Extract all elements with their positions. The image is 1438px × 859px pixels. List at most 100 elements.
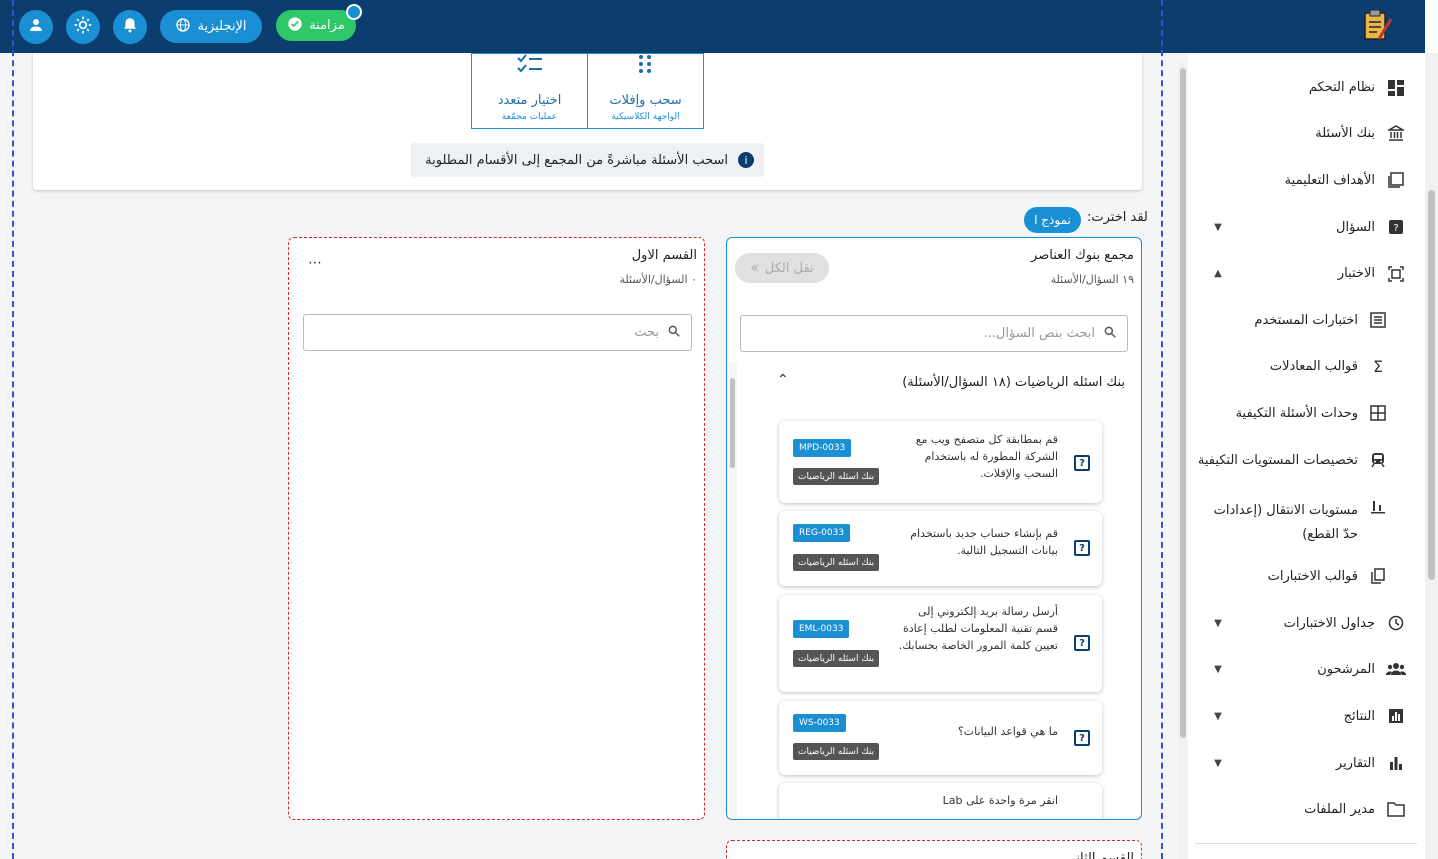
list-icon	[1368, 310, 1388, 330]
caret-down-icon[interactable]: ▼	[1213, 618, 1223, 629]
bank-header-title: بنك اسئله الرياضيات (١٨ السؤال/الأسئلة)	[902, 375, 1125, 390]
question-text: قم بمطابقة كل متصفح ويب مع الشركة المطور…	[915, 433, 1058, 480]
move-all-button[interactable]: نقل الكل »	[735, 253, 829, 283]
section-search-placeholder: بحث	[634, 325, 659, 340]
drag-drop-mode-button[interactable]: سحب وإفلات الواجهة الكلاسيكية	[587, 53, 704, 129]
drag-drop-mode-title: سحب وإفلات	[609, 93, 682, 108]
sidebar-item-label: تخصيصات المستويات التكيفية	[1197, 453, 1358, 468]
sidebar-item-label: المرشحون	[1317, 662, 1375, 677]
people-icon	[1386, 659, 1406, 679]
question-bank-badge: بنك اسئله الرياضيات	[793, 468, 880, 485]
chart-box-icon	[1386, 706, 1406, 726]
train-icon	[1368, 450, 1388, 470]
question-text: ما هي قواعد البيانات؟	[957, 725, 1058, 738]
sidebar-item-label: السؤال	[1336, 220, 1375, 235]
check-circle-icon	[287, 16, 303, 36]
bank-icon	[1386, 123, 1406, 143]
question-bank-badge: بنك اسئله الرياضيات	[793, 743, 880, 760]
bar-chart-icon	[1386, 753, 1406, 773]
section-title: القسم الاول	[631, 248, 697, 263]
multi-select-mode-title: اختيار متعدد	[497, 93, 562, 108]
more-options-icon[interactable]: ⋯	[308, 256, 322, 270]
notifications-button[interactable]	[113, 10, 147, 44]
sigma-icon: Σ	[1372, 356, 1384, 376]
dashboard-icon	[1386, 78, 1406, 98]
question-card[interactable]: قم بمطابقة كل متصفح ويب مع الشركة المطور…	[779, 421, 1102, 503]
info-banner: i اسحب الأسئلة مباشرةً من المجمع إلى الأ…	[411, 143, 764, 177]
selected-form-chip[interactable]: نموذج ا	[1024, 207, 1081, 233]
search-icon	[1103, 325, 1117, 343]
checklist-icon	[517, 54, 543, 78]
question-icon: ?	[1386, 217, 1406, 237]
pool-count: ١٩ السؤال/الأسئلة	[1050, 273, 1134, 286]
chevron-up-icon: ⌃	[777, 372, 789, 388]
caret-down-icon[interactable]: ▼	[1213, 711, 1223, 722]
question-type-icon: ?	[1074, 730, 1090, 746]
section-title: القسم الثاني	[1065, 851, 1134, 859]
sidebar-item-label: اختبارات المستخدم	[1254, 313, 1358, 328]
language-label: الإنجليزية	[197, 19, 247, 34]
copy-icon	[1368, 566, 1388, 586]
guide-line-right	[1161, 0, 1163, 859]
question-card[interactable]: انقر مرة واحدة على Lab	[779, 783, 1102, 819]
sidebar-scrollbar-thumb[interactable]	[1180, 68, 1186, 738]
sync-button[interactable]: مزامنة	[276, 10, 356, 41]
guide-line-left	[12, 0, 14, 859]
section-drop-panel[interactable]: القسم الاول ٠ السؤال/الأسئلة ⋯ بحث	[288, 237, 705, 820]
section-drop-panel[interactable]: القسم الثاني	[726, 840, 1142, 859]
language-button[interactable]: الإنجليزية	[160, 10, 262, 43]
question-code-badge: WS-0033	[793, 714, 846, 732]
caret-down-icon[interactable]: ▼	[1213, 222, 1223, 233]
double-chevron-icon: »	[750, 260, 759, 276]
question-code-badge: REG-0033	[793, 524, 851, 542]
sidebar-item-label: مستويات الانتقال (إعدادات حدّ القطع)	[1213, 503, 1358, 542]
theme-toggle-button[interactable]	[66, 10, 100, 44]
question-text: انقر مرة واحدة على Lab	[942, 794, 1058, 807]
sync-status-dot	[346, 4, 362, 20]
sidebar-item-label: نظام التحكم	[1308, 80, 1375, 95]
clock-icon	[1386, 613, 1406, 633]
question-text: أرسل رسالة بريد إلكتروني إلى قسم تقنية ا…	[898, 605, 1058, 652]
sidebar-item-label: مدير الملفات	[1304, 802, 1375, 817]
pool-search-input[interactable]: ابحث بنص السؤال...	[740, 315, 1128, 352]
app-logo-icon[interactable]	[1361, 9, 1393, 43]
bar-icon	[1368, 496, 1388, 516]
sidebar-item-label: التقارير	[1335, 756, 1375, 771]
pool-scrollbar-thumb[interactable]	[730, 378, 735, 468]
section-count: ٠ السؤال/الأسئلة	[619, 273, 697, 286]
question-code-badge: MPD-0033	[793, 439, 852, 457]
question-code-badge: EML-0033	[793, 620, 850, 638]
info-icon: i	[738, 152, 754, 168]
pool-title: مجمع بنوك العناصر	[1031, 248, 1134, 263]
folder-icon	[1386, 799, 1406, 819]
grid-icon	[1368, 403, 1388, 423]
page-scrollbar-thumb[interactable]	[1428, 190, 1435, 580]
question-type-icon: ?	[1074, 635, 1090, 651]
section-search-input[interactable]: بحث	[303, 314, 692, 351]
question-card[interactable]: أرسل رسالة بريد إلكتروني إلى قسم تقنية ا…	[779, 595, 1102, 692]
caret-down-icon[interactable]: ▼	[1213, 664, 1223, 675]
question-card[interactable]: قم بإنشاء حساب جديد باستخدام بيانات التس…	[779, 511, 1102, 586]
question-type-icon: ?	[1074, 540, 1090, 556]
move-all-label: نقل الكل	[764, 260, 814, 276]
sidebar-item-label: بنك الأسئلة	[1315, 126, 1375, 141]
sidebar-item-label: جداول الاختبارات	[1283, 616, 1375, 631]
multi-select-mode-button[interactable]: اختيار متعدد عمليات مجمّعة	[471, 53, 588, 129]
sidebar-item-label: النتائج	[1343, 709, 1375, 724]
question-card[interactable]: ما هي قواعد البيانات؟ ? WS-0033 بنك اسئل…	[779, 701, 1102, 775]
selection-label: لقد اخترت:	[1087, 210, 1148, 225]
caret-down-icon[interactable]: ▼	[1213, 758, 1223, 769]
item-bank-pool-panel: مجمع بنوك العناصر ١٩ السؤال/الأسئلة نقل …	[726, 237, 1142, 820]
sun-icon	[73, 15, 93, 39]
bell-icon	[121, 16, 139, 38]
question-bank-badge: بنك اسئله الرياضيات	[793, 554, 880, 571]
drag-drop-mode-subtitle: الواجهة الكلاسيكية	[611, 112, 680, 122]
drag-handle-icon	[638, 54, 652, 78]
book-icon	[1386, 170, 1406, 190]
caret-up-icon[interactable]: ▲	[1213, 268, 1223, 279]
user-profile-button[interactable]	[19, 10, 53, 44]
sidebar-item-label: الاختبار	[1337, 266, 1375, 281]
bank-accordion-header[interactable]: بنك اسئله الرياضيات (١٨ السؤال/الأسئلة) …	[757, 368, 1129, 398]
search-icon	[667, 324, 681, 342]
top-bar-edge	[1425, 0, 1438, 53]
